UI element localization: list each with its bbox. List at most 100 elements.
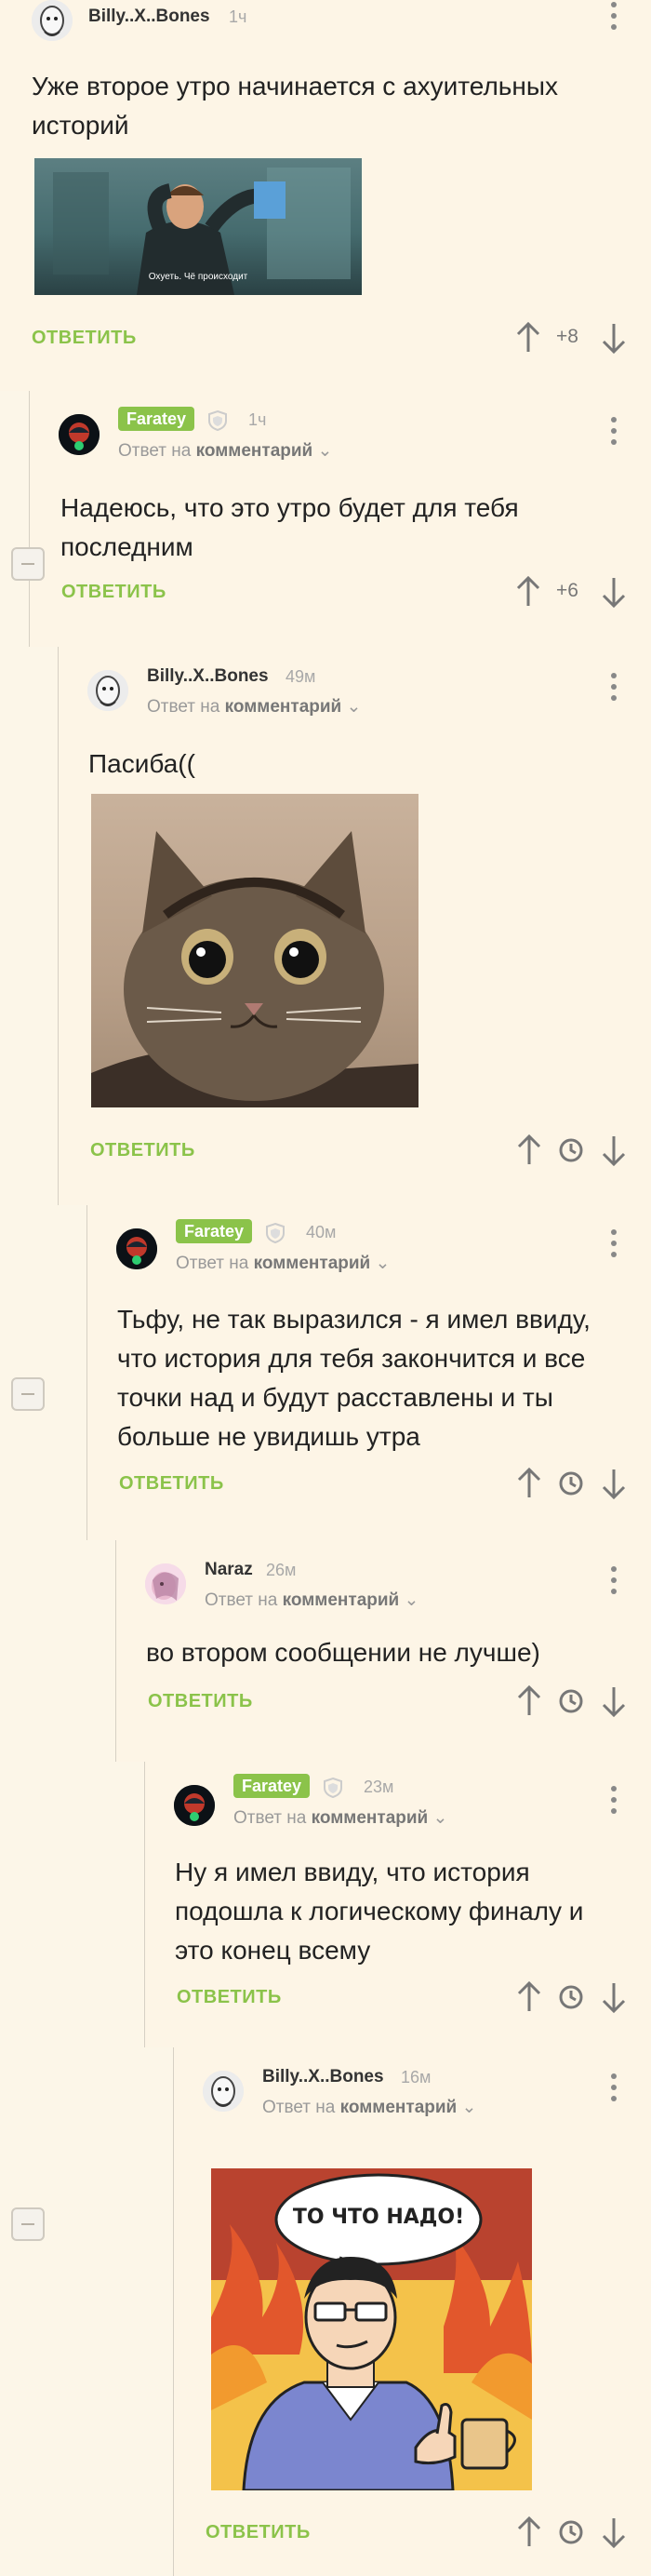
upvote-arrow-icon[interactable] (515, 1980, 543, 2014)
downvote-arrow-icon[interactable] (600, 1467, 628, 1500)
avatar[interactable] (87, 670, 128, 711)
collapse-thread-button[interactable] (11, 1377, 45, 1411)
comment: Faratey 40м Ответ на комментарий ⌄ Тьфу,… (86, 1205, 651, 1540)
more-menu-icon[interactable] (600, 0, 628, 34)
reply-to-link[interactable]: комментарий (254, 1254, 371, 1273)
chevron-down-icon[interactable]: ⌄ (433, 1808, 448, 1828)
downvote-arrow-icon[interactable] (600, 1684, 628, 1718)
upvote-arrow-icon[interactable] (515, 1467, 543, 1500)
avatar[interactable] (203, 2071, 244, 2112)
comment: Billy..X..Bones 1ч Уже второе утро начин… (0, 0, 651, 391)
comment-text: Тьфу, не так выразился - я имел ввиду, ч… (117, 1305, 591, 1451)
avatar[interactable] (116, 1228, 157, 1269)
chevron-down-icon[interactable]: ⌄ (347, 697, 362, 717)
reply-to-link[interactable]: комментарий (196, 441, 313, 461)
downvote-arrow-icon[interactable] (600, 1134, 628, 1167)
reply-to-link[interactable]: комментарий (312, 1808, 429, 1828)
comment-text: во втором сообщении не лучше) (146, 1638, 540, 1667)
avatar[interactable] (174, 1785, 215, 1826)
upvote-arrow-icon[interactable] (514, 575, 542, 609)
comment-text: Надеюсь, что это утро будет для тебя пос… (60, 493, 519, 561)
chevron-down-icon[interactable]: ⌄ (462, 2098, 477, 2117)
reply-to[interactable]: Ответ на комментарий ⌄ (233, 1807, 447, 1829)
username[interactable]: Billy..X..Bones (147, 666, 269, 687)
clock-icon (559, 2520, 583, 2544)
chevron-down-icon[interactable]: ⌄ (318, 441, 333, 461)
more-menu-icon[interactable] (600, 415, 628, 449)
downvote-arrow-icon[interactable] (600, 575, 628, 609)
more-menu-icon[interactable] (600, 1228, 628, 1261)
upvote-arrow-icon[interactable] (514, 321, 542, 355)
more-menu-icon[interactable] (600, 1784, 628, 1818)
reply-button[interactable]: ОТВЕТИТЬ (177, 1987, 282, 2008)
username-badge[interactable]: Faratey (233, 1774, 311, 1798)
comment: Billy..X..Bones 16м Ответ на комментарий… (173, 2047, 651, 2576)
avatar[interactable] (59, 414, 100, 455)
clock-icon (559, 1471, 583, 1496)
upvote-arrow-icon[interactable] (515, 2516, 543, 2549)
chevron-down-icon[interactable]: ⌄ (376, 1254, 391, 1273)
meme-caption: ТО ЧТО НАДО! (292, 2206, 465, 2229)
thread-rail[interactable] (115, 1540, 116, 1762)
collapse-thread-button[interactable] (11, 547, 45, 581)
more-menu-icon[interactable] (600, 1564, 628, 1598)
collapse-thread-button[interactable] (11, 2207, 45, 2241)
reply-to[interactable]: Ответ на комментарий ⌄ (176, 1253, 390, 1274)
reply-to[interactable]: Ответ на комментарий ⌄ (262, 2097, 476, 2118)
reply-button[interactable]: ОТВЕТИТЬ (148, 1691, 253, 1712)
username[interactable]: Billy..X..Bones (262, 2067, 384, 2087)
downvote-arrow-icon[interactable] (600, 321, 628, 355)
thread-rail[interactable] (86, 1205, 87, 1540)
comment-gif[interactable]: Охуеть. Чё происходит (34, 158, 362, 295)
avatar[interactable] (32, 0, 73, 41)
username-badge[interactable]: Faratey (118, 407, 195, 431)
reply-button[interactable]: ОТВЕТИТЬ (61, 582, 166, 603)
reply-to-link[interactable]: комментарий (340, 2098, 458, 2117)
comment-text: Ну я имел ввиду, что история подошла к л… (175, 1858, 584, 1965)
reply-button[interactable]: ОТВЕТИТЬ (206, 2522, 311, 2543)
comment: Faratey 23м Ответ на комментарий ⌄ Ну я … (144, 1762, 651, 2047)
avatar[interactable] (145, 1563, 186, 1604)
downvote-arrow-icon[interactable] (600, 2516, 628, 2549)
timestamp: 1ч (248, 410, 267, 429)
reply-to[interactable]: Ответ на комментарий ⌄ (205, 1590, 418, 1611)
username-badge[interactable]: Faratey (176, 1219, 253, 1243)
cat-image[interactable] (91, 794, 418, 1107)
reply-to[interactable]: Ответ на комментарий ⌄ (147, 696, 361, 718)
thread-rail[interactable] (29, 391, 30, 647)
meme-image[interactable]: ТО ЧТО НАДО! (211, 2168, 532, 2490)
chevron-down-icon[interactable]: ⌄ (405, 1590, 419, 1610)
reply-to[interactable]: Ответ на комментарий ⌄ (118, 440, 332, 462)
reply-button[interactable]: ОТВЕТИТЬ (119, 1473, 224, 1495)
reply-to-link[interactable]: комментарий (283, 1590, 400, 1610)
gif-caption: Охуеть. Чё происходит (148, 272, 248, 282)
reply-button[interactable]: ОТВЕТИТЬ (32, 328, 137, 349)
timestamp: 1ч (229, 7, 247, 26)
more-menu-icon[interactable] (600, 2072, 628, 2105)
thread-rail[interactable] (144, 1762, 145, 2047)
timestamp: 26м (266, 1561, 297, 1579)
downvote-arrow-icon[interactable] (600, 1980, 628, 2014)
timestamp: 16м (401, 2068, 432, 2086)
comment: Naraz 26м Ответ на комментарий ⌄ во втор… (115, 1540, 651, 1762)
comment-text: Пасиба(( (88, 749, 195, 778)
timestamp: 40м (306, 1223, 337, 1241)
more-menu-icon[interactable] (600, 671, 628, 704)
reply-button[interactable]: ОТВЕТИТЬ (90, 1140, 195, 1161)
clock-icon (559, 1138, 583, 1162)
username[interactable]: Naraz (205, 1560, 253, 1580)
upvote-arrow-icon[interactable] (515, 1134, 543, 1167)
username[interactable]: Billy..X..Bones (88, 7, 210, 27)
reply-to-link[interactable]: комментарий (225, 697, 342, 717)
upvote-arrow-icon[interactable] (515, 1684, 543, 1718)
thread-rail[interactable] (58, 647, 59, 1205)
timestamp: 23м (364, 1778, 394, 1796)
thread-rail[interactable] (173, 2047, 174, 2576)
reply-to-prefix: Ответ на (176, 1254, 249, 1273)
reply-to-prefix: Ответ на (205, 1590, 278, 1610)
reply-to-prefix: Ответ на (147, 697, 220, 717)
shield-icon (208, 409, 227, 432)
rating-score: +6 (556, 580, 578, 601)
comment-text: Уже второе утро начинается с ахуительных… (32, 72, 558, 140)
reply-to-prefix: Ответ на (118, 441, 192, 461)
